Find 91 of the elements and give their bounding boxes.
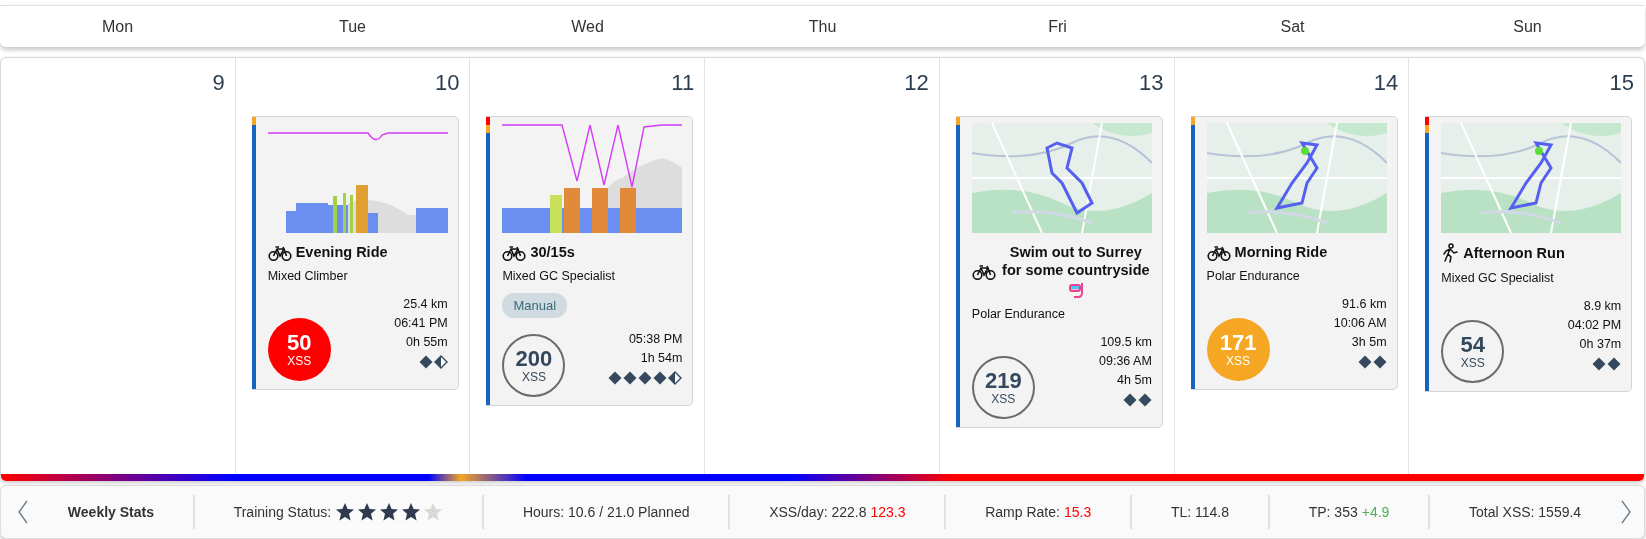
weekday-label: Tue xyxy=(339,17,366,36)
diamond-icon xyxy=(1122,393,1137,407)
interval-bar xyxy=(332,196,337,233)
stat-label: Hours: 10.6 / 21.0 Planned xyxy=(522,504,690,520)
xss-score-badge: 54 XSS xyxy=(1441,320,1505,383)
diamond-icon xyxy=(1592,357,1607,371)
diamond-icon xyxy=(638,371,653,385)
activity-stat: 109.5 km xyxy=(1100,334,1152,351)
activity-stat: 3h 5m xyxy=(1351,334,1387,351)
xss-score-badge: 171 XSS xyxy=(1206,318,1270,381)
date-number: 12 xyxy=(904,70,929,96)
activity-card[interactable]: Swim out to Surrey for some countryside Polar Endurance 219 XSS 109.5 km 09:36 AM 4h 5m xyxy=(955,116,1163,428)
profile-name: Polar Endurance xyxy=(1206,269,1301,283)
interval-bar xyxy=(564,188,581,233)
stat-value: 123.3 xyxy=(870,504,906,520)
date-number: 9 xyxy=(212,70,225,96)
xss-score-badge: 219 XSS xyxy=(971,356,1035,419)
interval-bar xyxy=(620,188,637,233)
star-icon xyxy=(379,502,400,522)
snorkel-icon xyxy=(1067,282,1084,299)
profile-name: Mixed GC Specialist xyxy=(1441,271,1555,285)
weekly-stats-title: Weekly Stats xyxy=(67,504,154,520)
bicycle-icon xyxy=(1206,243,1231,261)
date-number: 15 xyxy=(1609,70,1634,96)
half-diamond-icon xyxy=(433,355,448,369)
activity-card[interactable]: Morning Ride Polar Endurance 171 XSS 91.6 km 10:06 AM 3h 5m xyxy=(1190,116,1398,390)
activity-stat: 10:06 AM xyxy=(1333,315,1387,332)
diamond-icon xyxy=(1357,355,1372,369)
activity-title: Morning Ride xyxy=(1234,243,1328,261)
activity-stat: 0h 55m xyxy=(406,334,448,351)
activity-title: Afternoon Run xyxy=(1463,244,1565,262)
stat-label: TL: 114.8 xyxy=(1170,504,1229,520)
profile-name: Mixed Climber xyxy=(267,269,349,283)
interval-bar xyxy=(342,193,346,233)
diamond-icon xyxy=(608,371,623,385)
star-icon xyxy=(357,502,378,522)
activity-stat: 8.9 km xyxy=(1583,298,1622,315)
activity-card[interactable]: Evening Ride Mixed Climber 50 XSS 25.4 km 06:41 PM 0h 55m xyxy=(251,116,459,390)
activity-card[interactable]: 30/15s Mixed GC Specialist Manual 200 XSS 05:38 PM 1h 54m xyxy=(486,116,694,406)
half-diamond-icon xyxy=(668,371,683,385)
interval-bar xyxy=(592,188,609,233)
activity-stat: 04:02 PM xyxy=(1567,317,1622,334)
profile-name: Mixed GC Specialist xyxy=(502,269,616,283)
date-number: 13 xyxy=(1139,70,1164,96)
weekday-label: Wed xyxy=(571,17,604,36)
stat-label: Ramp Rate: xyxy=(985,504,1060,520)
previous-week-icon xyxy=(17,500,29,524)
stat-value: 15.3 xyxy=(1063,504,1092,520)
stat-value: +4.9 xyxy=(1361,504,1390,520)
activity-card[interactable]: Afternoon Run Mixed GC Specialist 54 XSS 8.9 km 04:02 PM 0h 37m xyxy=(1425,116,1633,392)
activity-stat: 06:41 PM xyxy=(394,315,448,332)
activity-title: Evening Ride xyxy=(295,243,388,261)
stat-label: Total XSS: 1559.4 xyxy=(1469,504,1582,520)
weekday-label: Thu xyxy=(808,17,837,36)
manual-tag: Manual xyxy=(502,293,568,318)
date-number: 11 xyxy=(671,70,695,96)
activity-stat: 09:36 AM xyxy=(1099,353,1152,370)
date-number: 14 xyxy=(1373,70,1399,96)
xss-score-badge: 50 XSS xyxy=(267,318,331,381)
profile-name: Polar Endurance xyxy=(971,307,1066,321)
activity-stat: 4h 5m xyxy=(1117,372,1152,389)
bicycle-icon xyxy=(971,262,996,280)
interval-bar xyxy=(349,195,353,233)
bicycle-icon xyxy=(502,243,527,261)
diamond-icon xyxy=(1372,355,1387,369)
star-icon xyxy=(335,502,356,522)
stat-label: TP: 353 xyxy=(1308,504,1358,520)
activity-stat: 25.4 km xyxy=(403,296,448,313)
star-icon xyxy=(401,502,422,522)
diamond-icon xyxy=(623,371,638,385)
diamond-icon xyxy=(1607,357,1622,371)
weekday-label: Sat xyxy=(1280,17,1305,36)
walking-icon xyxy=(1441,243,1460,263)
activity-stat: 05:38 PM xyxy=(628,331,683,348)
diamond-icon xyxy=(1137,393,1152,407)
bicycle-icon xyxy=(267,243,292,261)
stat-label: Training Status: xyxy=(233,504,332,520)
weekday-label: Sun xyxy=(1513,17,1542,36)
date-number: 10 xyxy=(434,70,460,96)
activity-title: Swim out to Surrey for some countryside xyxy=(1001,243,1151,279)
weekday-label: Mon xyxy=(101,17,134,36)
empty-star-icon xyxy=(423,502,444,522)
activity-title: 30/15s xyxy=(530,243,575,261)
weekday-label: Fri xyxy=(1048,17,1067,36)
stat-label: XSS/day: 222.8 xyxy=(769,504,867,520)
activity-stat: 1h 54m xyxy=(640,350,683,367)
interval-bar xyxy=(550,195,563,233)
activity-stat: 91.6 km xyxy=(1342,296,1387,313)
activity-stat: 0h 37m xyxy=(1579,336,1622,353)
next-week-icon xyxy=(1620,500,1632,524)
xss-score-badge: 200 XSS xyxy=(502,334,566,397)
